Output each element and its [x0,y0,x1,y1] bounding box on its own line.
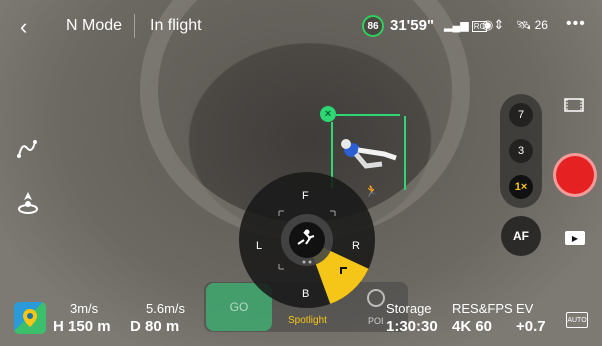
zoom-option-7[interactable]: 7 [509,103,533,127]
top-bar: ‹ N Mode In flight 86 31'59" ▂▄▆ RC ◉⇕ 🛰… [0,0,602,54]
zoom-option-1x[interactable]: 1× [509,175,533,199]
storage-value: 1:30:30 [386,318,438,335]
wheel-label-right[interactable]: R [352,240,360,252]
height-value: 150 m [68,318,111,335]
horizontal-speed: 3m/s [70,301,99,316]
cancel-tracking-button[interactable]: × [320,106,336,122]
tracked-subject [341,139,397,169]
distance-readout: D 80 m [130,318,179,335]
height-label: H [53,318,64,335]
map-icon[interactable] [14,302,46,334]
ev-label: EV [516,301,534,316]
distance-value: 80 m [145,318,180,335]
ev-value[interactable]: +0.7 [516,318,546,335]
signal-strength[interactable]: ▂▄▆ RC [444,19,488,32]
gps-status[interactable]: 🛰 26 [516,18,548,32]
resfps-value[interactable]: 4K 60 [452,318,492,335]
poi-mode-label[interactable]: POI [368,316,384,326]
storage-label: Storage [386,301,432,316]
satellite-icon: 🛰 [516,18,532,32]
vertical-speed: 5.6m/s [146,301,186,316]
return-to-home-icon[interactable] [16,190,40,222]
distance-label: D [130,318,141,335]
spotlight-mode-label[interactable]: Spotlight [288,315,327,326]
flight-status-label: In flight [150,17,202,34]
wheel-label-back[interactable]: B [302,288,309,300]
film-icon[interactable] [564,98,584,116]
playback-icon[interactable]: ▶ [565,231,585,245]
wheel-label-left[interactable]: L [256,240,262,252]
close-icon: × [324,108,332,120]
divider [134,14,135,38]
wheel-center[interactable] [289,222,325,258]
flight-mode-label[interactable]: N Mode [66,17,122,35]
more-menu-icon[interactable]: ••• [566,15,586,33]
signal-bars-icon: ▂▄▆ [444,20,469,32]
route-icon[interactable] [16,138,38,166]
wheel-label-forward[interactable]: F [302,190,309,202]
obstacle-sensing-icon[interactable]: ◉⇕ [482,17,504,33]
resfps-label: RES&FPS [452,301,513,316]
record-button[interactable] [553,153,597,197]
height-readout: H 150 m [53,318,111,335]
back-icon[interactable]: ‹ [20,14,27,40]
battery-indicator[interactable]: 86 [362,15,384,37]
satellite-count: 26 [534,18,548,32]
remaining-flight-time: 31'59" [390,17,435,34]
auto-exposure-badge[interactable]: AUTO [566,312,588,328]
zoom-option-3[interactable]: 3 [509,139,533,163]
autofocus-button[interactable]: AF [501,216,541,256]
direction-wheel[interactable]: F B L R [238,170,376,310]
zoom-selector: 7 3 1× [500,94,542,208]
